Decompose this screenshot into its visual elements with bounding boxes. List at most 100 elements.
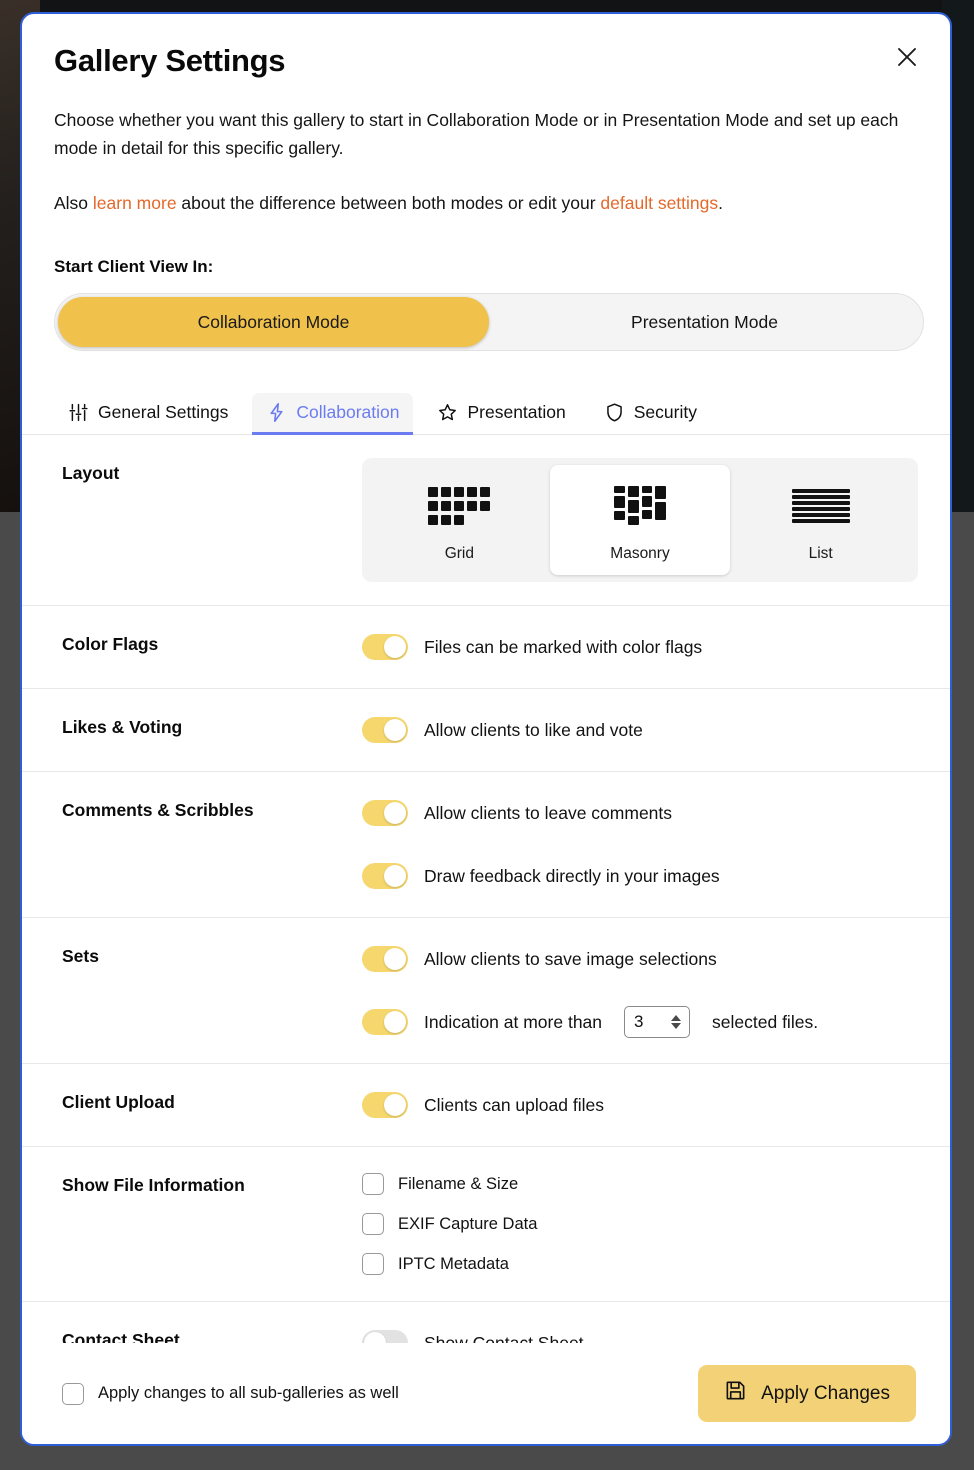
section-comments-scribbles: Comments & Scribbles Allow clients to le… (22, 772, 950, 919)
intro-pre: Also (54, 192, 93, 213)
section-label: Layout (62, 463, 120, 484)
section-client-upload: Client Upload Clients can upload files (22, 1064, 950, 1148)
tab-label: General Settings (98, 402, 229, 423)
tab-general-settings[interactable]: General Settings (54, 393, 242, 434)
mode-option-collaboration[interactable]: Collaboration Mode (58, 297, 489, 348)
start-client-view-switch: Collaboration Mode Presentation Mode (54, 293, 924, 352)
color-flags-toggle[interactable] (362, 634, 408, 661)
file-info-row-iptc[interactable]: IPTC Metadata (362, 1249, 916, 1279)
comments-row: Allow clients to leave comments (362, 794, 916, 832)
page-title: Gallery Settings (54, 43, 286, 78)
apply-to-subgalleries-label: Apply changes to all sub-galleries as we… (98, 1384, 399, 1402)
save-floppy-icon (724, 1379, 747, 1408)
section-label: Show File Information (62, 1175, 245, 1196)
section-contact-sheet: Contact Sheet Show Contact Sheet (22, 1302, 950, 1343)
contact-sheet-row: Show Contact Sheet (362, 1324, 916, 1343)
client-upload-toggle[interactable] (362, 1092, 408, 1119)
section-label: Color Flags (62, 634, 159, 655)
start-client-view-label: Start Client View In: (54, 257, 214, 277)
intro-mid: about the difference between both modes … (176, 192, 601, 213)
section-layout: Layout Grid Masonry List (22, 435, 950, 607)
list-layout-icon (791, 483, 850, 531)
apply-changes-label: Apply Changes (761, 1382, 890, 1404)
sets-indication-row: Indication at more than 3 selected files… (362, 1003, 916, 1041)
iptc-metadata-label: IPTC Metadata (398, 1254, 509, 1273)
indication-pre-text: Indication at more than (424, 1011, 603, 1032)
indication-quantity-stepper[interactable]: 3 (624, 1006, 691, 1039)
filename-size-checkbox[interactable] (362, 1173, 384, 1196)
intro-post: . (718, 192, 724, 213)
apply-changes-button[interactable]: Apply Changes (698, 1365, 916, 1422)
sets-controls: Allow clients to save image selections I… (362, 918, 916, 1063)
intro-paragraph-1: Choose whether you want this gallery to … (54, 110, 899, 159)
stepper-down-icon[interactable] (671, 1023, 682, 1030)
default-settings-link[interactable]: default settings (600, 193, 718, 213)
client-upload-controls: Clients can upload files (362, 1064, 916, 1146)
scribbles-row: Draw feedback directly in your images (362, 857, 916, 895)
color-flags-row: Files can be marked with color flags (362, 628, 916, 666)
likes-voting-text: Allow clients to like and vote (424, 719, 643, 740)
file-info-controls: Filename & Size EXIF Capture Data IPTC M… (362, 1147, 916, 1301)
dialog-description: Choose whether you want this gallery to … (54, 106, 916, 217)
stepper-arrows[interactable] (663, 1015, 687, 1030)
exif-capture-data-checkbox[interactable] (362, 1213, 384, 1236)
layout-option-masonry[interactable]: Masonry (549, 465, 731, 576)
lightning-bolt-icon (266, 402, 287, 423)
indication-value: 3 (634, 1012, 644, 1032)
file-info-row-exif[interactable]: EXIF Capture Data (362, 1209, 916, 1239)
section-show-file-information: Show File Information Filename & Size EX… (22, 1147, 950, 1303)
layout-controls: Grid Masonry List (362, 435, 918, 605)
gallery-settings-dialog: Gallery Settings Choose whether you want… (20, 12, 952, 1446)
contact-sheet-toggle[interactable] (362, 1330, 408, 1343)
allow-comments-text: Allow clients to leave comments (424, 802, 673, 823)
draw-feedback-text: Draw feedback directly in your images (424, 865, 720, 886)
save-selections-text: Allow clients to save image selections (424, 948, 717, 969)
layout-option-label: Grid (444, 545, 474, 563)
layout-option-grid[interactable]: Grid (369, 465, 550, 575)
tab-label: Security (633, 402, 697, 423)
settings-tabs: General Settings Collaboration Presentat… (22, 393, 950, 436)
settings-body: Layout Grid Masonry List Color Flags Fil… (22, 435, 950, 1343)
shield-icon (604, 402, 625, 423)
section-label: Client Upload (62, 1092, 175, 1113)
exif-capture-data-label: EXIF Capture Data (398, 1214, 538, 1233)
likes-voting-row: Allow clients to like and vote (362, 711, 916, 749)
iptc-metadata-checkbox[interactable] (362, 1253, 384, 1276)
comments-scribbles-controls: Allow clients to leave comments Draw fee… (362, 772, 916, 917)
sets-save-row: Allow clients to save image selections (362, 940, 916, 978)
tab-label: Collaboration (296, 402, 400, 423)
filename-size-label: Filename & Size (398, 1174, 519, 1193)
tab-label: Presentation (467, 402, 566, 423)
layout-option-list[interactable]: List (730, 465, 911, 575)
draw-feedback-toggle[interactable] (362, 863, 408, 890)
close-icon (895, 45, 919, 69)
client-upload-text: Clients can upload files (424, 1094, 604, 1115)
close-button[interactable] (890, 40, 924, 74)
intro-paragraph-2: Also learn more about the difference bet… (54, 189, 916, 217)
likes-voting-toggle[interactable] (362, 717, 408, 744)
sliders-icon (68, 402, 89, 423)
apply-to-subgalleries-checkbox[interactable] (62, 1382, 84, 1405)
indication-post-text: selected files. (712, 1011, 819, 1032)
stepper-up-icon[interactable] (671, 1015, 682, 1022)
allow-comments-toggle[interactable] (362, 800, 408, 827)
save-selections-toggle[interactable] (362, 946, 408, 973)
learn-more-link[interactable]: learn more (93, 193, 177, 213)
layout-option-label: Masonry (610, 545, 670, 563)
mode-option-presentation[interactable]: Presentation Mode (489, 297, 920, 347)
indication-toggle[interactable] (362, 1009, 408, 1036)
section-label: Sets (62, 946, 99, 967)
section-label: Likes & Voting (62, 717, 183, 738)
apply-to-subgalleries-row[interactable]: Apply changes to all sub-galleries as we… (62, 1382, 399, 1405)
tab-security[interactable]: Security (590, 393, 711, 434)
contact-sheet-controls: Show Contact Sheet (362, 1302, 916, 1343)
section-label: Contact Sheet (62, 1330, 180, 1343)
section-label: Comments & Scribbles (62, 800, 254, 821)
dialog-header: Gallery Settings Choose whether you want… (22, 14, 950, 352)
likes-voting-controls: Allow clients to like and vote (362, 689, 916, 771)
color-flags-controls: Files can be marked with color flags (362, 606, 916, 688)
tab-collaboration[interactable]: Collaboration (252, 393, 414, 436)
file-info-row-filename[interactable]: Filename & Size (362, 1169, 916, 1199)
tab-presentation[interactable]: Presentation (423, 393, 579, 434)
grid-layout-icon (428, 483, 491, 531)
